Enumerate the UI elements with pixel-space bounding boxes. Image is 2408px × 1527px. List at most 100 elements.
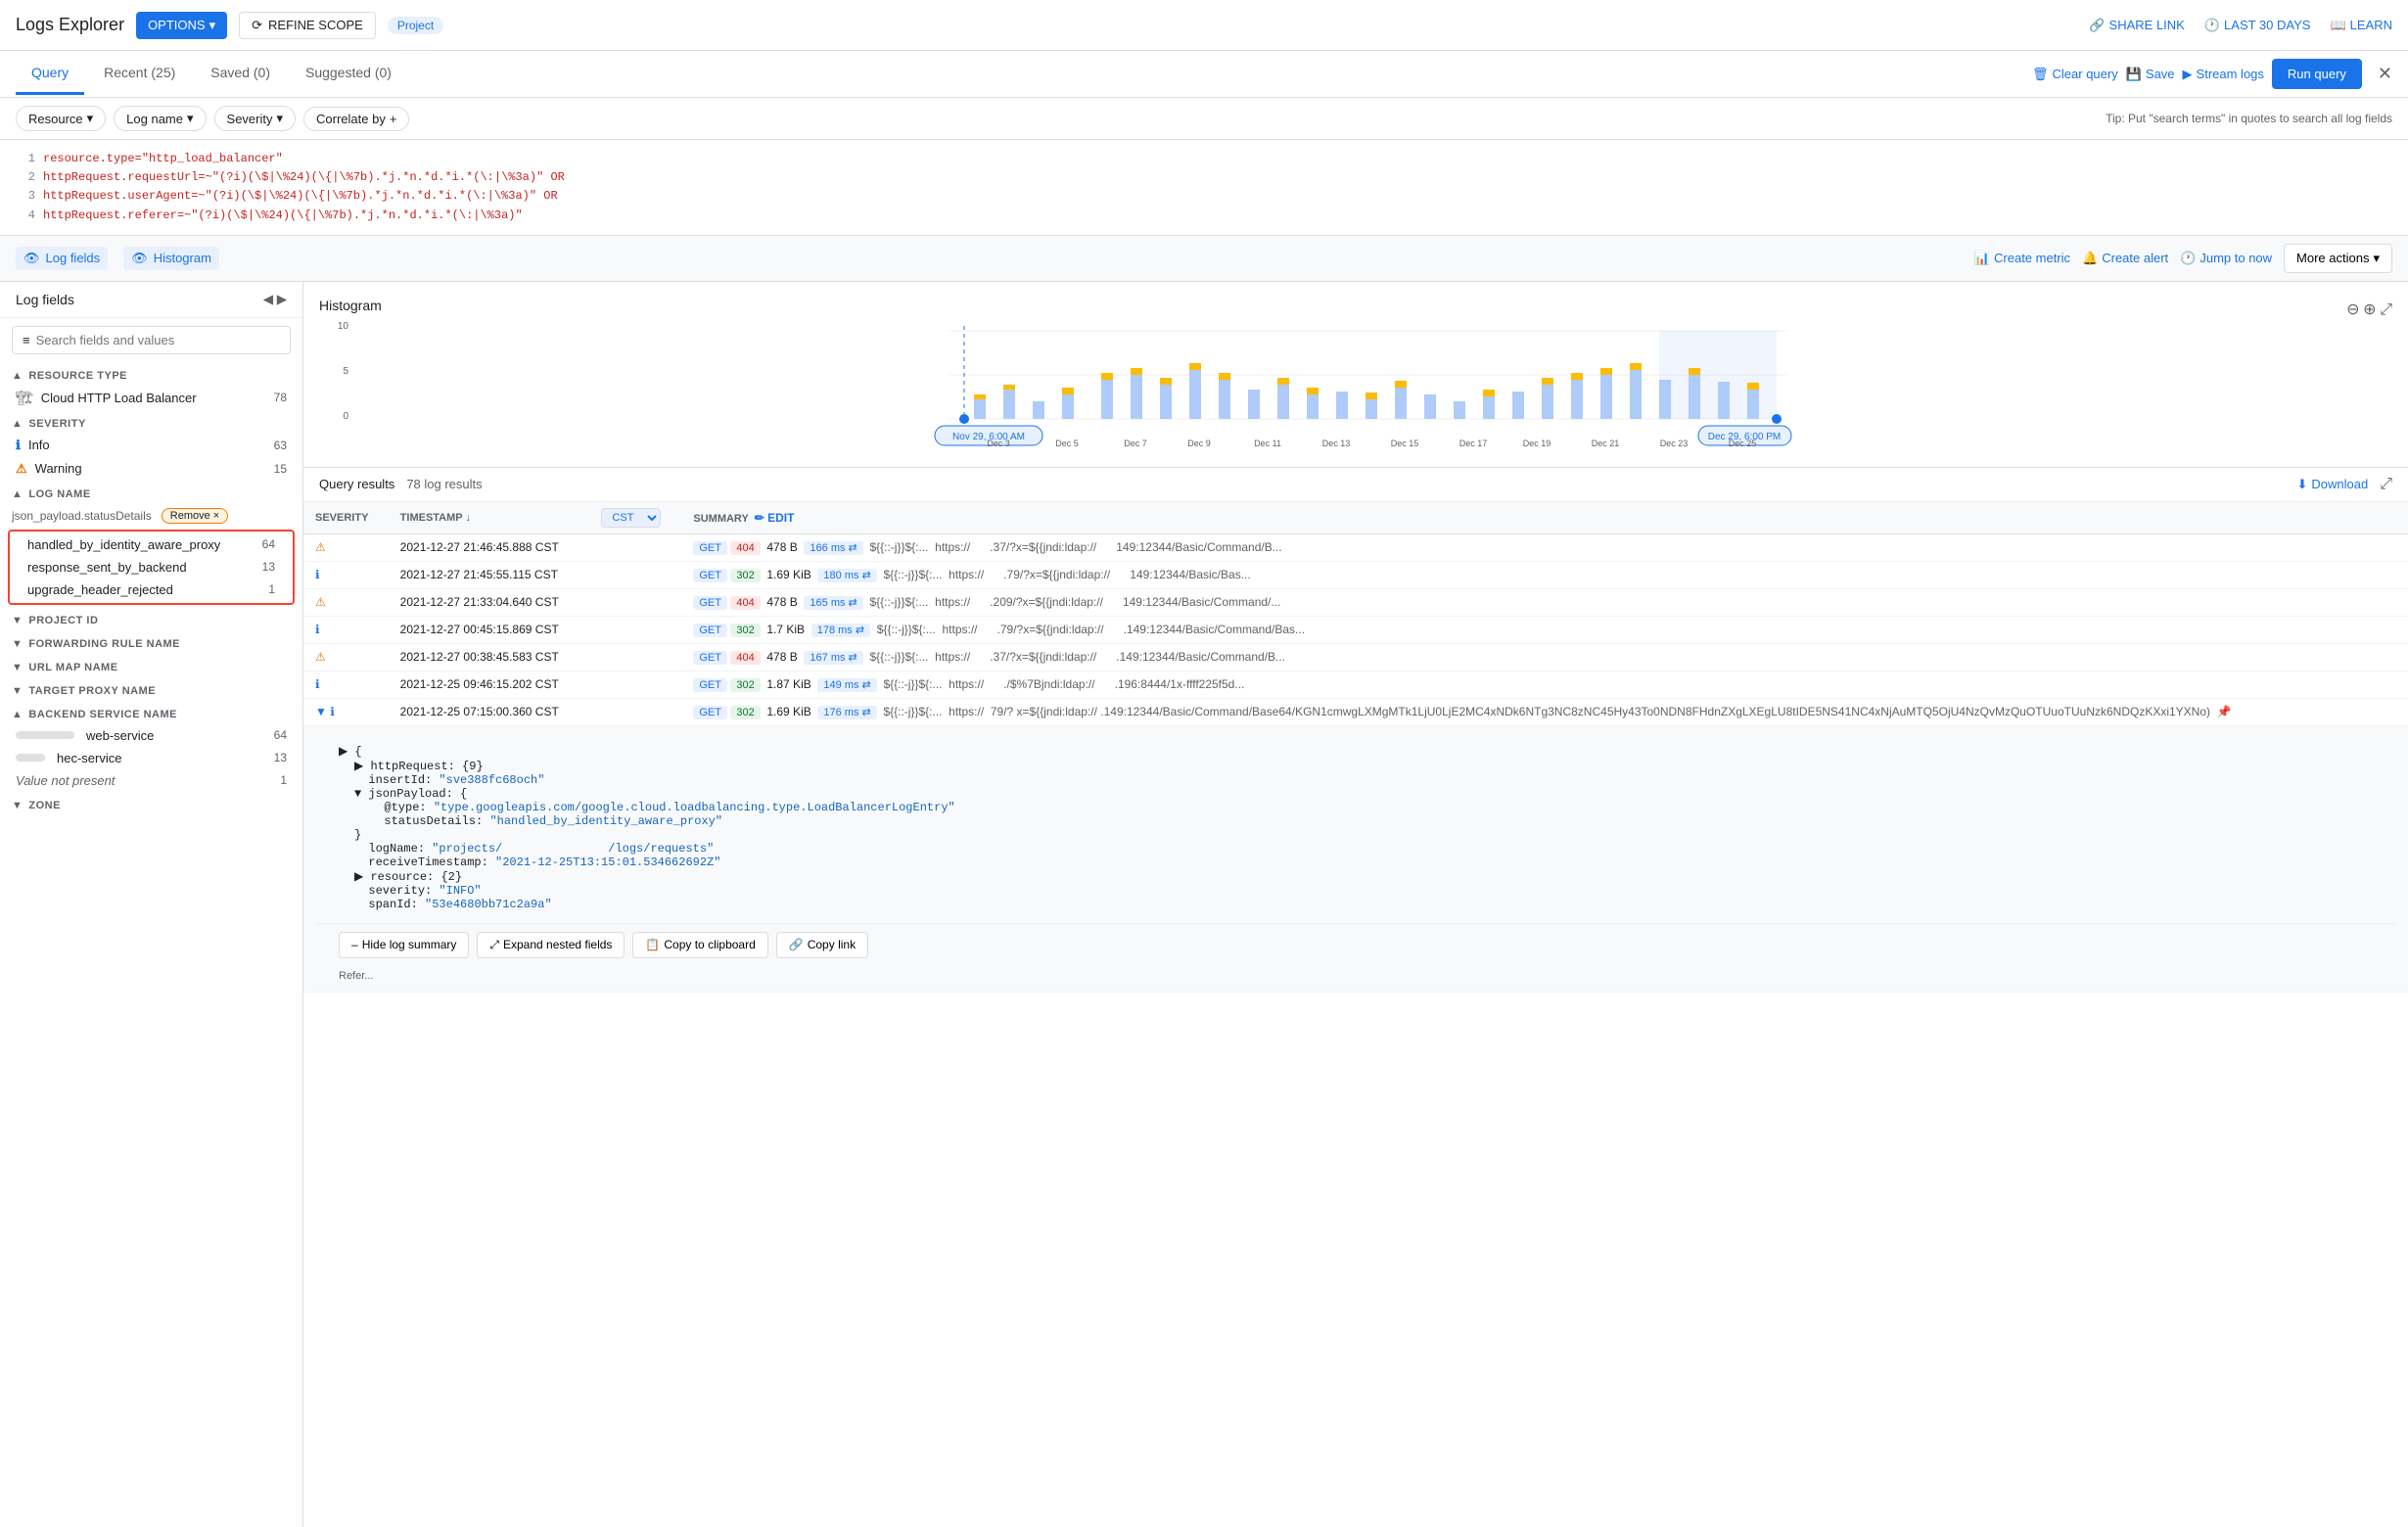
zoom-out-button[interactable]: ⊖ [2346,300,2359,319]
section-project-id[interactable]: ▼ PROJECT ID [0,607,302,630]
table-row[interactable]: ℹ 2021-12-25 09:46:15.202 CST GET 302 1.… [303,671,2408,698]
search-icon: ≡ [23,333,30,347]
table-row[interactable]: ⚠ 2021-12-27 00:38:45.583 CST GET 404 47… [303,643,2408,671]
resource-type-item[interactable]: 🏗 Cloud HTTP Load Balancer 78 [0,386,302,410]
results-count: 78 log results [406,477,482,491]
svg-text:Dec 25: Dec 25 [1729,439,1757,448]
table-row[interactable]: ⚠ 2021-12-27 21:46:45.888 CST GET 404 47… [303,533,2408,561]
query-line-3: 3 httpRequest.userAgent=~"(?i)(\$|\%24)(… [16,187,2392,206]
severity-warning-item[interactable]: ⚠ Warning 15 [0,457,302,481]
stream-logs-button[interactable]: ▶ Stream logs [2183,67,2264,82]
row-timestamp: 2021-12-27 21:33:04.640 CST [389,588,590,616]
panel-collapse-button[interactable]: ◀ ▶ [263,292,287,307]
col-tz[interactable]: CST UTC Local [589,502,681,534]
tab-saved[interactable]: Saved (0) [195,53,286,95]
share-link-button[interactable]: 🔗 SHARE LINK [2089,18,2185,33]
svg-text:Dec 21: Dec 21 [1592,439,1620,448]
project-badge: Project [388,17,443,34]
panel-search[interactable]: ≡ [12,326,291,354]
histogram-view-button[interactable]: 👁 Histogram [123,247,219,270]
log-fields-view-button[interactable]: 👁 Log fields [16,247,108,270]
section-log-name[interactable]: ▲ LOG NAME [0,481,302,504]
backend-hec-service[interactable]: hec-service 13 [0,747,302,769]
panel-header: Log fields ◀ ▶ [0,282,302,318]
last-days-button[interactable]: 🕐 LAST 30 DAYS [2204,18,2311,33]
timezone-select[interactable]: CST UTC Local [601,508,661,528]
refine-scope-button[interactable]: ⟳ REFINE SCOPE [239,12,376,39]
severity-chip[interactable]: Severity ▾ [214,106,297,131]
section-backend-service[interactable]: ▲ BACKEND SERVICE NAME [0,701,302,724]
table-row[interactable]: ℹ 2021-12-27 00:45:15.869 CST GET 302 1.… [303,616,2408,643]
histogram-zoom-controls: ⊖ ⊕ ⤢ [2346,300,2392,319]
query-line-4: 4 httpRequest.referer=~"(?i)(\$|\%24)(\{… [16,207,2392,225]
query-line-1: 1 resource.type="http_load_balancer" [16,150,2392,168]
log-name-chip[interactable]: Log name ▾ [114,106,206,131]
more-actions-button[interactable]: More actions ▾ [2284,244,2392,273]
backend-web-service[interactable]: web-service 64 [0,724,302,747]
backend-not-present[interactable]: Value not present 1 [0,769,302,792]
col-timestamp[interactable]: TIMESTAMP ↓ [389,502,590,534]
log-item-upgrade[interactable]: upgrade_header_rejected 1 [12,578,291,601]
svg-text:Dec 13: Dec 13 [1322,439,1351,448]
resource-chip[interactable]: Resource ▾ [16,106,106,131]
create-alert-button[interactable]: 🔔 Create alert [2082,251,2168,266]
info-severity-icon: ℹ [315,568,320,581]
section-zone[interactable]: ▼ ZONE [0,792,302,815]
histogram-wrapper: ‹ 10 5 0 [319,321,2392,451]
jump-to-now-button[interactable]: 🕐 Jump to now [2180,251,2272,266]
row-timestamp: 2021-12-27 21:46:45.888 CST [389,533,590,561]
log-item-response[interactable]: response_sent_by_backend 13 [12,556,291,578]
clear-query-button[interactable]: 🗑 Clear query [2032,67,2118,82]
bar-hec [16,754,45,762]
expanded-table-row[interactable]: ▼ ℹ 2021-12-25 07:15:00.360 CST GET 302 … [303,698,2408,725]
section-forwarding-rule[interactable]: ▼ FORWARDING RULE NAME [0,630,302,654]
y-axis: 10 5 0 [319,321,348,422]
row-summary: GET 404 478 B 167 ms ⇄ ${{::-j}}${:... h… [681,643,2408,671]
learn-button[interactable]: 📖 LEARN [2330,18,2392,33]
bar-web [16,731,74,739]
table-row[interactable]: ℹ 2021-12-27 21:45:55.115 CST GET 302 1.… [303,561,2408,588]
run-query-button[interactable]: Run query [2272,59,2362,89]
expand-results-button[interactable]: ⤢ [2380,476,2392,493]
histogram-section: Histogram ⊖ ⊕ ⤢ ‹ 10 5 0 [303,282,2408,468]
svg-text:Dec 5: Dec 5 [1055,439,1079,448]
section-resource-type[interactable]: ▲ RESOURCE TYPE [0,362,302,386]
section-url-map[interactable]: ▼ URL MAP NAME [0,654,302,677]
tab-query[interactable]: Query [16,53,84,95]
histogram-title: Histogram [319,298,382,313]
svg-text:Dec 15: Dec 15 [1391,439,1419,448]
copy-link-button[interactable]: 🔗 Copy link [776,932,868,958]
query-editor[interactable]: 1 resource.type="http_load_balancer" 2 h… [0,140,2408,236]
severity-info-item[interactable]: ℹ Info 63 [0,434,302,457]
panel-title: Log fields [16,292,74,307]
remove-filter-button[interactable]: Remove × [162,508,228,524]
save-button[interactable]: 💾 Save [2126,67,2175,82]
svg-text:Dec 7: Dec 7 [1124,439,1147,448]
tab-suggested[interactable]: Suggested (0) [290,53,407,95]
download-button[interactable]: ⬇ Download [2296,477,2368,492]
view-toolbar: 👁 Log fields 👁 Histogram 📊 Create metric… [0,236,2408,282]
section-severity[interactable]: ▲ SEVERITY [0,410,302,434]
correlate-by-chip[interactable]: Correlate by + [303,107,409,131]
histogram-svg: Nov 29, 6:00 AM Dec 29, 6:00 PM Dec 3 De… [319,321,2392,448]
log-item-handled[interactable]: handled_by_identity_aware_proxy 64 [12,533,291,556]
section-target-proxy[interactable]: ▼ TARGET PROXY NAME [0,677,302,701]
info-severity-icon: ℹ [315,623,320,636]
log-name-filter-box: handled_by_identity_aware_proxy 64 respo… [8,530,295,605]
pin-icon[interactable]: 📌 [2217,705,2232,718]
expand-nested-button[interactable]: ⤢ Expand nested fields [477,932,625,958]
top-bar: Logs Explorer OPTIONS ▾ ⟳ REFINE SCOPE P… [0,0,2408,51]
search-input[interactable] [36,333,280,347]
tab-recent[interactable]: Recent (25) [88,53,191,95]
close-button[interactable]: ✕ [2378,64,2392,84]
row-severity: ⚠ [303,533,389,561]
hide-summary-button[interactable]: – Hide log summary [339,932,469,958]
create-metric-button[interactable]: 📊 Create metric [1974,251,2070,266]
copy-clipboard-button[interactable]: 📋 Copy to clipboard [632,932,767,958]
table-row[interactable]: ⚠ 2021-12-27 21:33:04.640 CST GET 404 47… [303,588,2408,616]
options-button[interactable]: OPTIONS ▾ [136,12,227,39]
zoom-in-button[interactable]: ⊕ [2363,300,2376,319]
row-summary: GET 302 1.69 KiB 180 ms ⇄ ${{::-j}}${:..… [681,561,2408,588]
edit-icon[interactable]: ✏ EDIT [755,511,795,525]
expand-histogram-button[interactable]: ⤢ [2380,301,2392,319]
